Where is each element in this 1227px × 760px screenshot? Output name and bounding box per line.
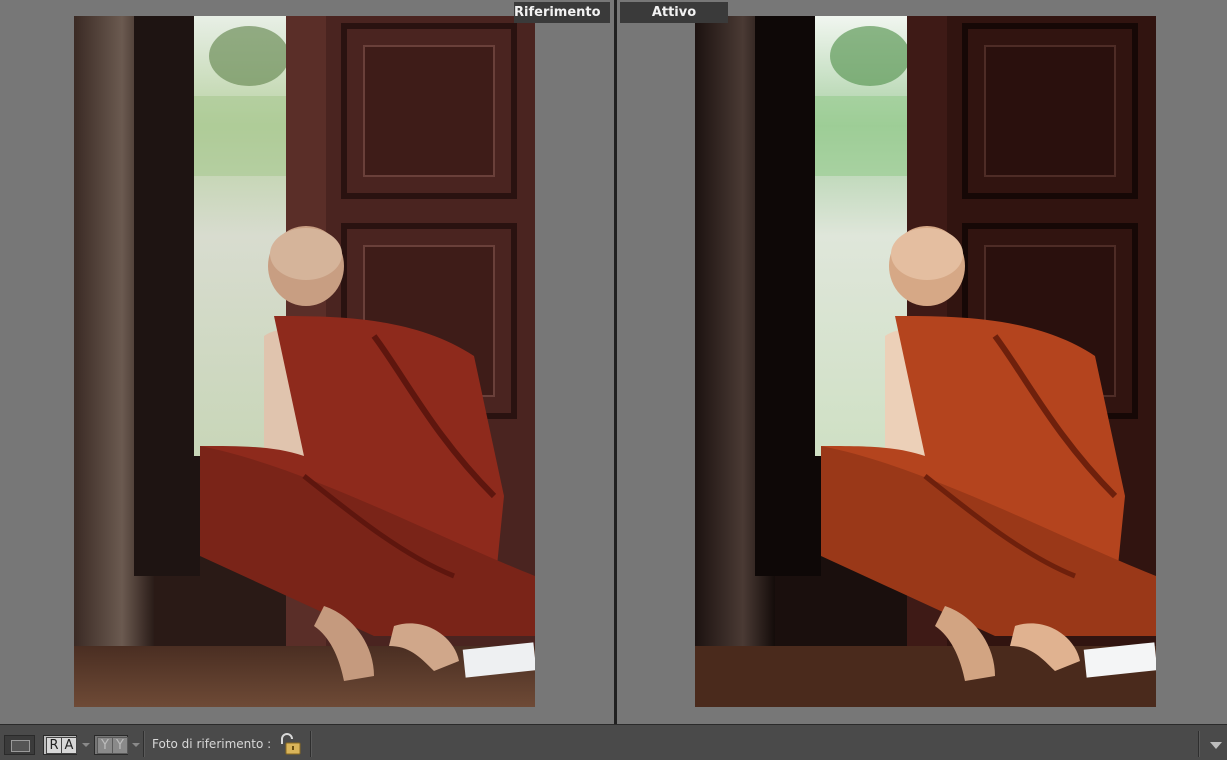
- active-label: Attivo: [620, 2, 728, 23]
- ref-active-view-button[interactable]: R A: [43, 735, 77, 755]
- ra-letter-a: A: [61, 737, 77, 754]
- bottom-toolbar: R A Y Y Foto di riferimento :: [0, 724, 1227, 760]
- reference-label-text: Riferimento: [514, 5, 601, 20]
- toolbar-separator-3: [1198, 731, 1200, 757]
- photo-monk-active-icon: [695, 16, 1158, 707]
- yy-letter-2: Y: [112, 737, 128, 754]
- unlocked-padlock-icon[interactable]: [277, 733, 303, 755]
- active-label-text: Attivo: [651, 5, 697, 20]
- photo-monk-reference-icon: [74, 16, 537, 707]
- single-view-icon: [11, 740, 30, 752]
- toolbar-separator: [143, 731, 145, 757]
- toolbar-separator-2: [310, 731, 312, 757]
- ra-dropdown-caret-icon[interactable]: [82, 743, 90, 747]
- single-view-button[interactable]: [4, 735, 35, 755]
- reference-pane[interactable]: Riferimento: [0, 0, 614, 724]
- reference-photo[interactable]: [74, 16, 537, 707]
- ra-letter-r: R: [46, 737, 62, 754]
- chevron-down-icon[interactable]: [1210, 742, 1222, 749]
- before-after-view-button[interactable]: Y Y: [94, 735, 128, 755]
- yy-letter-1: Y: [97, 737, 113, 754]
- yy-dropdown-caret-icon[interactable]: [132, 743, 140, 747]
- active-pane[interactable]: Attivo: [617, 0, 1227, 724]
- reference-photo-label: Foto di riferimento :: [152, 737, 272, 751]
- reference-label: Riferimento: [514, 2, 610, 23]
- active-photo[interactable]: [695, 16, 1158, 707]
